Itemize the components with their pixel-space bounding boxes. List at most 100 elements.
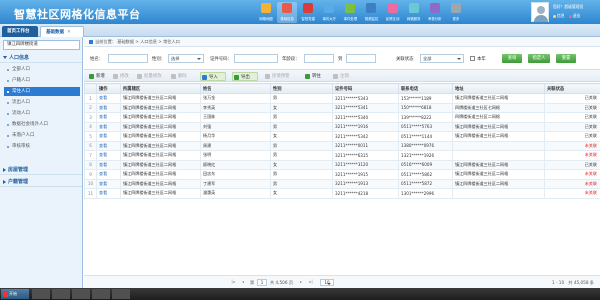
taskbar-item[interactable]	[72, 289, 90, 299]
sidebar-item[interactable]: 户籍人口	[4, 76, 80, 85]
row-number: 10	[84, 178, 97, 189]
reset-button[interactable]: 重置	[556, 54, 576, 63]
id-cell: 3211******3120	[332, 159, 399, 170]
row-number: 6	[84, 140, 97, 151]
gender-cell: 男	[270, 112, 333, 123]
id-input[interactable]	[234, 54, 278, 63]
prev-page-icon[interactable]: ◂	[240, 279, 246, 285]
address-cell: 四牌楼街道三社区二网格	[452, 112, 545, 123]
taskbar-item[interactable]	[92, 289, 110, 299]
name-label: 姓名：	[90, 57, 104, 62]
module-party[interactable]: 智慧党建	[298, 2, 318, 23]
sidebar-item[interactable]: 未落户人口	[4, 131, 80, 140]
search-button[interactable]: 查询	[502, 54, 522, 63]
table-row[interactable]: 3 查看 镇江四牌楼街道三社区二网格 王国栋男 3211******5340 139***…	[84, 112, 600, 123]
view-link[interactable]: 查看	[96, 159, 121, 170]
assign-button[interactable]: 指定人	[528, 54, 550, 63]
first-page-icon[interactable]: |◂	[230, 279, 236, 285]
import-button[interactable]: 导入	[200, 72, 226, 81]
status-cell: 未关联	[544, 169, 600, 180]
export-button[interactable]: 导出	[232, 72, 258, 81]
module-more[interactable]: 更多	[446, 2, 466, 23]
status-cell: 已关联	[544, 121, 600, 132]
start-button[interactable]: 开始	[1, 289, 29, 299]
age-from-input[interactable]	[304, 54, 334, 63]
view-link[interactable]: 查看	[96, 140, 121, 151]
sidebar-item[interactable]: 常住人口	[4, 87, 80, 96]
sidebar-section-housing[interactable]: 房屋管理	[0, 165, 82, 175]
table-row[interactable]: 10 查看 镇江四牌楼街道三社区二网格 丁建军男 3211******1913 0511*…	[84, 178, 600, 189]
taskbar-item[interactable]	[32, 289, 50, 299]
table-row[interactable]: 7 查看 镇江四牌楼街道三社区二网格 张明男 3211******6315 1321***…	[84, 150, 600, 161]
view-link[interactable]: 查看	[96, 169, 121, 180]
sidebar-item[interactable]: 流动人口	[4, 109, 80, 118]
table-row[interactable]: 8 查看 镇江四牌楼街道三社区二网格 顾晓红女 3211******3120 0516**…	[84, 159, 600, 170]
logout-link[interactable]: 退出	[573, 13, 581, 18]
table-row[interactable]: 9 查看 镇江四牌楼街道三社区二网格 田忠东男 3211******1915 0511**…	[84, 169, 600, 180]
tab-home-workbench[interactable]: 首页工作台	[2, 26, 38, 37]
table-row[interactable]: 1 查看 镇江四牌楼街道三社区二网格 张万金男 3211******5343 153***…	[84, 93, 600, 104]
status-select[interactable]: 全部	[420, 54, 464, 63]
gender-cell: 男	[270, 178, 333, 189]
sidebar-item[interactable]: 流出人口	[4, 98, 80, 107]
chevron-down-icon	[3, 56, 7, 59]
table-row[interactable]: 6 查看 镇江四牌楼街道三社区二网格 周建男 3211******0011 1380***…	[84, 140, 600, 151]
module-nav: 网格地图 基础信息 智慧党建 事件大厅 事件处理 视频监控 民情互动 网格服务 考核分析 更多	[256, 2, 467, 23]
module-chart[interactable]: 考核分析	[425, 2, 445, 23]
view-link[interactable]: 查看	[96, 112, 121, 123]
page-size-select[interactable]: 10	[320, 279, 334, 286]
module-map[interactable]: 网格地图	[256, 2, 276, 23]
sidebar-item-label: 流动人口	[12, 111, 30, 116]
year-checkbox[interactable]	[470, 56, 475, 61]
module-service[interactable]: 网格服务	[404, 2, 424, 23]
age-to-input[interactable]	[346, 54, 376, 63]
module-event[interactable]: 事件大厅	[319, 2, 339, 23]
header-links: 信息 退出	[553, 13, 580, 19]
module-chat[interactable]: 民情互动	[383, 2, 403, 23]
phone-cell: 153******1189	[398, 93, 453, 104]
view-link[interactable]: 查看	[96, 102, 121, 113]
last-page-icon[interactable]: ▸|	[308, 279, 314, 285]
year-label: 本年	[477, 57, 486, 62]
taskbar-item[interactable]	[52, 289, 70, 299]
view-link[interactable]: 查看	[96, 178, 121, 189]
address-cell	[452, 188, 545, 199]
sidebar-section-household[interactable]: 户籍管理	[0, 177, 82, 187]
transfer-button[interactable]: 转住	[304, 72, 328, 81]
table-row[interactable]: 5 查看 镇江四牌楼街道三社区二网格 杨月华女 3211******5342 0511**…	[84, 131, 600, 142]
tab-basic-data[interactable]: 基础数据 ✕	[40, 26, 84, 37]
sidebar-section-population[interactable]: 人口信息	[0, 53, 82, 63]
id-cell: 3211******1916	[332, 121, 399, 132]
page-input[interactable]: 1	[257, 279, 267, 286]
district-cell: 镇江四牌楼街道三社区二网格	[120, 140, 201, 151]
view-link[interactable]: 查看	[96, 150, 121, 161]
sidebar-item[interactable]: 审核审核	[4, 142, 80, 151]
column-header	[84, 83, 97, 94]
district-select[interactable]: 镇江四牌楼街道	[3, 40, 80, 50]
more-icon	[450, 3, 461, 13]
taskbar-item[interactable]	[112, 289, 130, 299]
add-button[interactable]: 新增	[88, 72, 110, 81]
name-input[interactable]	[108, 54, 148, 63]
toolbar-label: 新增	[96, 74, 105, 79]
view-link[interactable]: 查看	[96, 188, 121, 199]
id-cell: 3211******0011	[332, 140, 399, 151]
table-row[interactable]: 11 查看 镇江四牌楼街道三社区二网格 潘惠英女 3211******4218 1301*…	[84, 188, 600, 199]
module-camera[interactable]: 视频监控	[361, 2, 381, 23]
logout-icon	[568, 14, 572, 18]
next-page-icon[interactable]: ▸	[298, 279, 304, 285]
view-link[interactable]: 查看	[96, 121, 121, 132]
avatar[interactable]	[531, 2, 549, 22]
module-database[interactable]: 基础信息	[277, 2, 298, 23]
message-link[interactable]: 信息	[557, 13, 565, 18]
sidebar-item[interactable]: 全部人口	[4, 65, 80, 74]
gender-select[interactable]: 选择	[168, 54, 204, 63]
table-row[interactable]: 2 查看 镇江四牌楼街道三社区二网格 李秀英女 3211******5341 150***…	[84, 102, 600, 113]
view-link[interactable]: 查看	[96, 131, 121, 142]
phone-cell: 0511*****5862	[398, 169, 453, 180]
module-process[interactable]: 事件处理	[340, 2, 360, 23]
sidebar-item[interactable]: 数据社会境外人口	[4, 120, 80, 129]
table-row[interactable]: 4 查看 镇江四牌楼街道三社区二网格 刘强男 3211******1916 0511***…	[84, 121, 600, 132]
view-link[interactable]: 查看	[96, 93, 121, 104]
close-icon[interactable]: ✕	[67, 30, 71, 35]
